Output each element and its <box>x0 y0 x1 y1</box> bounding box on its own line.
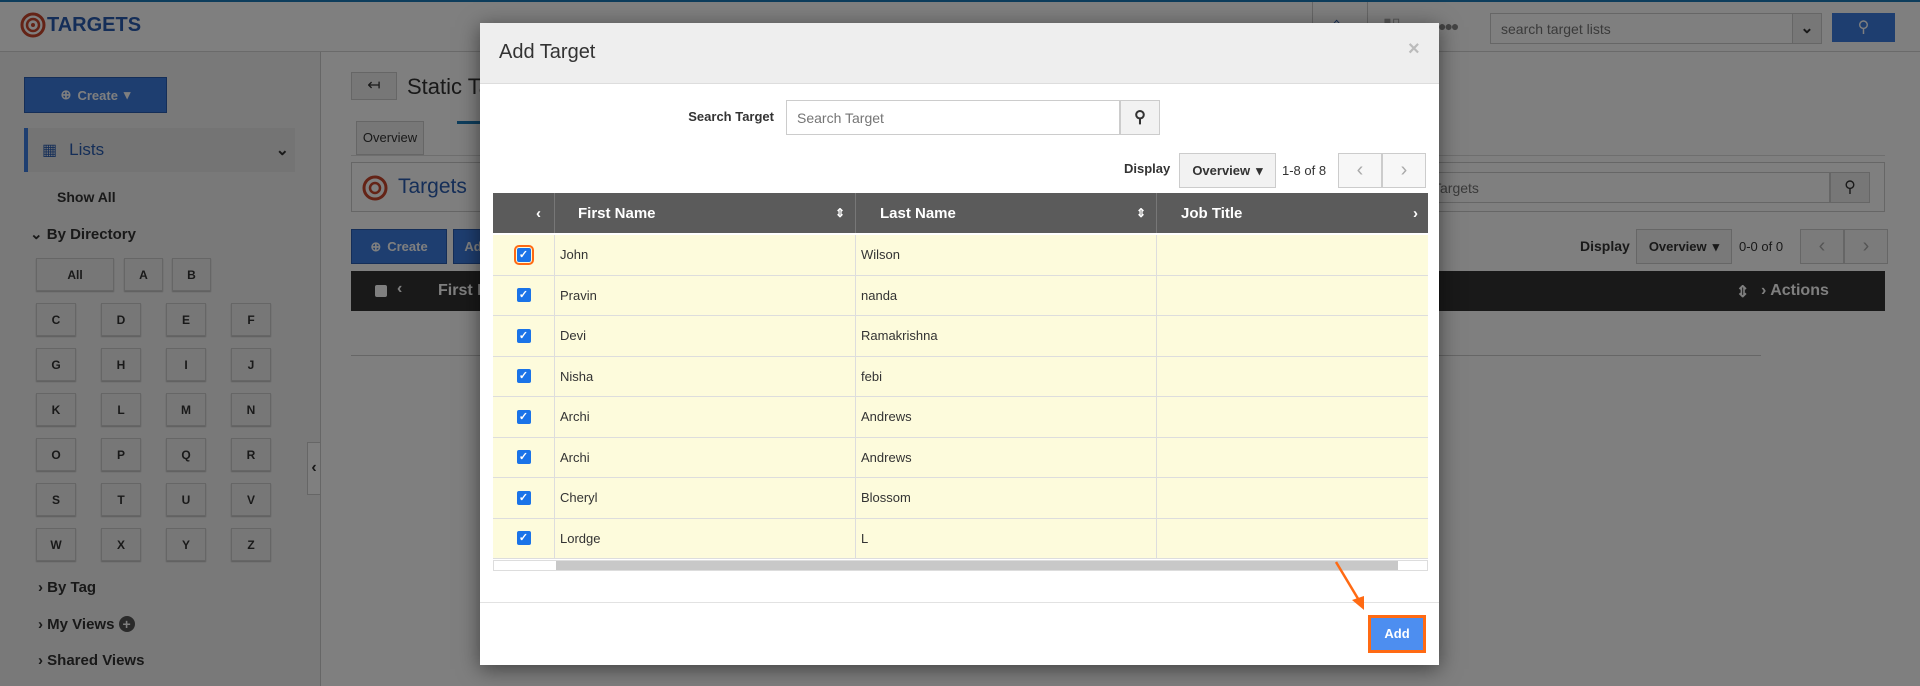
caret-down-icon: ▾ <box>1256 162 1263 178</box>
cell-job-title <box>1157 316 1428 356</box>
cell-last-name: Blossom <box>856 478 1157 518</box>
scroll-left-button[interactable]: ‹ <box>493 193 555 233</box>
column-header-job-title[interactable]: Job Title › <box>1157 193 1428 233</box>
table-row[interactable]: ✓ Archi Andrews <box>493 437 1428 478</box>
cell-job-title <box>1157 478 1428 518</box>
cell-first-name: Archi <box>555 437 856 477</box>
cell-last-name: febi <box>856 356 1157 396</box>
cell-first-name: Pravin <box>555 275 856 315</box>
table-row[interactable]: ✓ Nisha febi <box>493 356 1428 397</box>
cell-job-title <box>1157 519 1428 559</box>
column-header-first-name[interactable]: First Name ⇕ <box>555 193 856 233</box>
cell-first-name: Devi <box>555 316 856 356</box>
cell-last-name: L <box>856 518 1157 558</box>
chevron-right-icon[interactable]: › <box>1413 205 1418 222</box>
row-checkbox[interactable]: ✓ <box>516 328 531 343</box>
chevron-left-icon: ‹ <box>536 204 541 222</box>
display-select[interactable]: Overview▾ <box>1179 153 1276 188</box>
cell-last-name: Ramakrishna <box>856 316 1157 356</box>
row-checkbox[interactable]: ✓ <box>513 244 534 265</box>
cell-job-title <box>1157 357 1428 397</box>
cell-first-name: Nisha <box>555 356 856 396</box>
cell-first-name: Lordge <box>555 518 856 558</box>
cell-first-name: Cheryl <box>555 478 856 518</box>
row-checkbox[interactable]: ✓ <box>516 531 531 546</box>
sort-icon[interactable]: ⇕ <box>835 206 845 220</box>
cell-last-name: nanda <box>856 275 1157 315</box>
search-target-input[interactable] <box>786 100 1120 135</box>
row-checkbox[interactable]: ✓ <box>516 490 531 505</box>
row-checkbox[interactable]: ✓ <box>516 450 531 465</box>
add-button[interactable]: Add <box>1368 615 1426 653</box>
cell-first-name: Archi <box>555 397 856 437</box>
search-icon[interactable]: ⚲ <box>1120 100 1160 135</box>
table-row[interactable]: ✓ Pravin nanda <box>493 275 1428 316</box>
cell-job-title <box>1157 235 1428 275</box>
cell-job-title <box>1157 276 1428 316</box>
add-target-modal: Add Target × Search Target ⚲ Display Ove… <box>480 23 1439 665</box>
annotation-arrow <box>1334 561 1364 610</box>
row-checkbox[interactable]: ✓ <box>516 409 531 424</box>
next-page-button[interactable]: › <box>1382 153 1426 188</box>
table-row[interactable]: ✓ Cheryl Blossom <box>493 478 1428 519</box>
table-row[interactable]: ✓ Devi Ramakrishna <box>493 316 1428 357</box>
row-checkbox[interactable]: ✓ <box>516 288 531 303</box>
cell-last-name: Wilson <box>856 235 1157 275</box>
cell-last-name: Andrews <box>856 437 1157 477</box>
table-row[interactable]: ✓ John Wilson <box>493 235 1428 276</box>
row-checkbox[interactable]: ✓ <box>516 369 531 384</box>
modal-title: Add Target <box>499 41 596 63</box>
cell-job-title <box>1157 438 1428 478</box>
cell-first-name: John <box>555 235 856 275</box>
close-icon[interactable]: × <box>1408 38 1420 61</box>
table-row[interactable]: ✓ Lordge L <box>493 518 1428 559</box>
sort-icon[interactable]: ⇕ <box>1136 206 1146 220</box>
cell-last-name: Andrews <box>856 397 1157 437</box>
horizontal-scrollbar[interactable] <box>493 560 1428 571</box>
cell-job-title <box>1157 397 1428 437</box>
prev-page-button[interactable]: ‹ <box>1338 153 1382 188</box>
column-header-last-name[interactable]: Last Name ⇕ <box>856 193 1157 233</box>
page-range: 1-8 of 8 <box>1282 163 1327 178</box>
scrollbar-thumb[interactable] <box>556 561 1398 570</box>
table-row[interactable]: ✓ Archi Andrews <box>493 397 1428 438</box>
